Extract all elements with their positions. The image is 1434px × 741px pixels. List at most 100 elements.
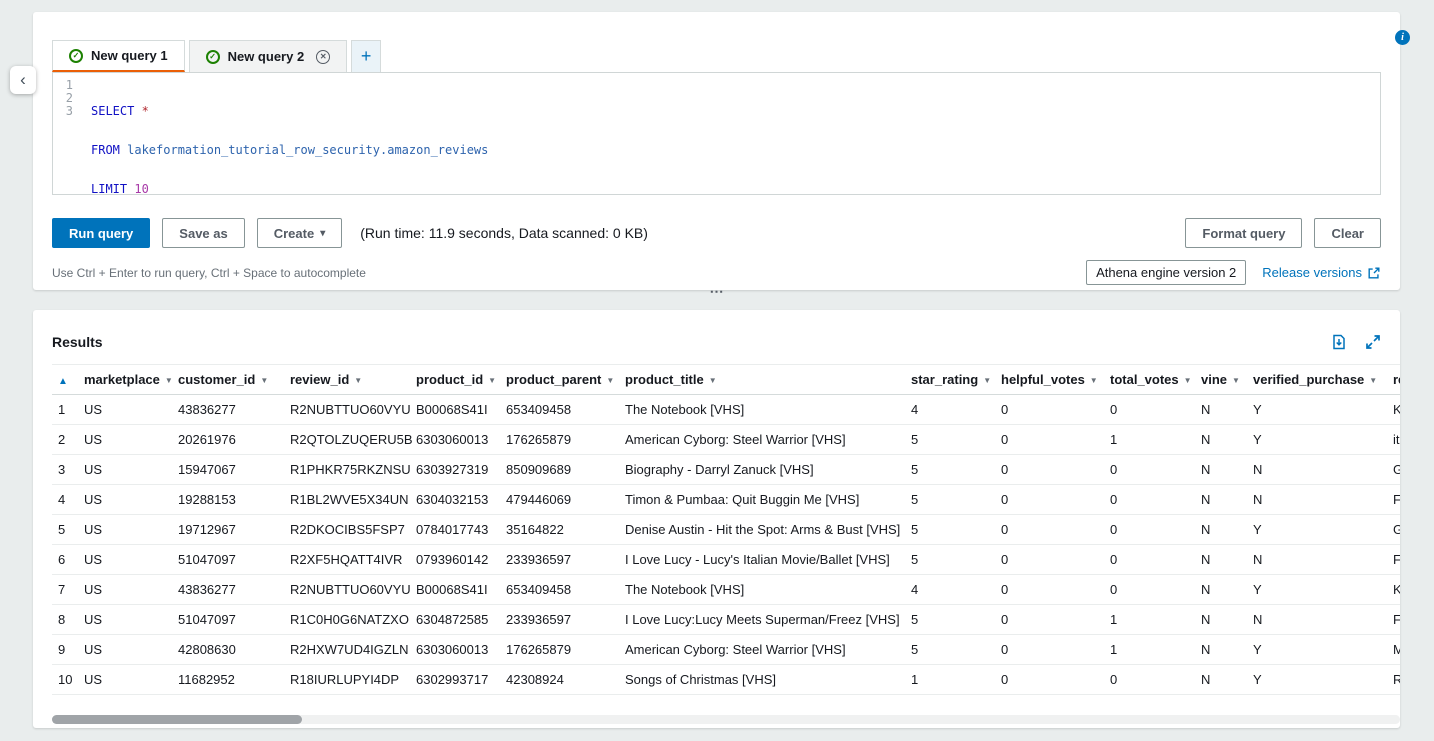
close-tab-icon[interactable]: ✕ (316, 50, 330, 64)
table-cell: 5 (907, 545, 997, 575)
table-cell: 0 (1106, 485, 1197, 515)
save-as-button[interactable]: Save as (162, 218, 244, 248)
table-cell: 0 (997, 665, 1106, 695)
column-menu-icon[interactable]: ▼ (606, 376, 614, 385)
table-cell: 15947067 (174, 455, 286, 485)
release-versions-link[interactable]: Release versions (1262, 265, 1381, 280)
create-button[interactable]: Create ▾ (257, 218, 343, 248)
column-menu-icon[interactable]: ▼ (1184, 376, 1192, 385)
table-cell: 5 (907, 425, 997, 455)
sort-column-header[interactable]: ▲ (52, 365, 80, 395)
table-row: 10US11682952R18IURLUPYI4DP63029937174230… (52, 665, 1400, 695)
table-cell: N (1197, 485, 1249, 515)
clear-button[interactable]: Clear (1314, 218, 1381, 248)
external-link-icon (1367, 266, 1381, 280)
column-menu-icon[interactable]: ▼ (354, 376, 362, 385)
column-header-vine[interactable]: vine▼ (1197, 365, 1249, 395)
column-header-verified-purchase[interactable]: verified_purchase▼ (1249, 365, 1389, 395)
horizontal-scrollbar[interactable] (52, 715, 1400, 724)
table-cell: 35164822 (502, 515, 621, 545)
column-menu-icon[interactable]: ▼ (1232, 376, 1240, 385)
row-number-cell: 4 (52, 485, 80, 515)
table-cell: R (1389, 665, 1400, 695)
table-cell: US (80, 575, 174, 605)
sql-editor[interactable]: 1 2 3 SELECT * FROM lakeformation_tutori… (52, 72, 1381, 195)
tab-new-query-1[interactable]: ✓ New query 1 (52, 40, 185, 72)
info-icon[interactable]: i (1395, 30, 1410, 45)
row-number-cell: 1 (52, 395, 80, 425)
table-cell: R2XF5HQATT4IVR (286, 545, 412, 575)
table-cell: R2DKOCIBS5FSP7 (286, 515, 412, 545)
results-title: Results (52, 334, 103, 350)
run-query-button[interactable]: Run query (52, 218, 150, 248)
column-menu-icon[interactable]: ▼ (488, 376, 496, 385)
scrollbar-thumb[interactable] (52, 715, 302, 724)
column-menu-icon[interactable]: ▼ (165, 376, 173, 385)
column-header-total-votes[interactable]: total_votes▼ (1106, 365, 1197, 395)
collapse-panel-button[interactable]: ‹ (10, 66, 36, 94)
column-header-product-title[interactable]: product_title▼ (621, 365, 907, 395)
table-cell: R2NUBTTUO60VYU (286, 395, 412, 425)
table-cell: M (1389, 635, 1400, 665)
column-menu-icon[interactable]: ▼ (1369, 376, 1377, 385)
column-header-marketplace[interactable]: marketplace▼ (80, 365, 174, 395)
add-tab-button[interactable]: + (351, 40, 381, 72)
table-cell: G (1389, 515, 1400, 545)
column-menu-icon[interactable]: ▼ (260, 376, 268, 385)
format-query-button[interactable]: Format query (1185, 218, 1302, 248)
table-cell: American Cyborg: Steel Warrior [VHS] (621, 635, 907, 665)
table-cell: R18IURLUPYI4DP (286, 665, 412, 695)
table-row: 7US43836277R2NUBTTUO60VYUB00068S41I65340… (52, 575, 1400, 605)
panel-resize-handle[interactable]: ⋯ (710, 283, 725, 300)
table-row: 1US43836277R2NUBTTUO60VYUB00068S41I65340… (52, 395, 1400, 425)
table-cell: 6303060013 (412, 425, 502, 455)
table-cell: 5 (907, 515, 997, 545)
plus-icon: + (361, 46, 372, 67)
table-cell: it (1389, 425, 1400, 455)
table-cell: R2HXW7UD4IGZLN (286, 635, 412, 665)
query-tabs: ✓ New query 1 ✓ New query 2 ✕ + (52, 40, 1381, 72)
results-table-body: 1US43836277R2NUBTTUO60VYUB00068S41I65340… (52, 395, 1400, 695)
table-cell: Songs of Christmas [VHS] (621, 665, 907, 695)
table-cell: 0 (1106, 575, 1197, 605)
table-cell: 1 (1106, 605, 1197, 635)
editor-actions: Run query Save as Create ▾ (Run time: 11… (52, 218, 1381, 248)
sort-ascending-icon[interactable]: ▲ (58, 376, 68, 387)
row-number-cell: 2 (52, 425, 80, 455)
table-cell: R1C0H0G6NATZXO (286, 605, 412, 635)
expand-results-button[interactable] (1365, 334, 1381, 350)
table-cell: 0 (997, 545, 1106, 575)
export-results-button[interactable] (1331, 334, 1347, 350)
table-cell: 653409458 (502, 395, 621, 425)
table-cell: 19288153 (174, 485, 286, 515)
table-cell: The Notebook [VHS] (621, 395, 907, 425)
column-menu-icon[interactable]: ▼ (983, 376, 991, 385)
column-header-product-id[interactable]: product_id▼ (412, 365, 502, 395)
tab-new-query-2[interactable]: ✓ New query 2 ✕ (189, 40, 348, 72)
table-cell: 176265879 (502, 635, 621, 665)
column-header-star-rating[interactable]: star_rating▼ (907, 365, 997, 395)
table-cell: American Cyborg: Steel Warrior [VHS] (621, 425, 907, 455)
table-cell: I Love Lucy:Lucy Meets Superman/Freez [V… (621, 605, 907, 635)
table-cell: 479446069 (502, 485, 621, 515)
table-cell: N (1197, 515, 1249, 545)
column-header-product-parent[interactable]: product_parent▼ (502, 365, 621, 395)
table-cell: Denise Austin - Hit the Spot: Arms & Bus… (621, 515, 907, 545)
table-cell: US (80, 665, 174, 695)
table-cell: 0 (1106, 665, 1197, 695)
column-menu-icon[interactable]: ▼ (1090, 376, 1098, 385)
table-cell: Y (1249, 635, 1389, 665)
table-cell: 19712967 (174, 515, 286, 545)
table-cell: 0 (997, 485, 1106, 515)
table-cell: Fi (1389, 605, 1400, 635)
column-header-review-id[interactable]: review_id▼ (286, 365, 412, 395)
column-header-re-truncated[interactable]: re▼ (1389, 365, 1400, 395)
table-cell: US (80, 395, 174, 425)
table-cell: 0793960142 (412, 545, 502, 575)
table-cell: 5 (907, 455, 997, 485)
column-header-helpful-votes[interactable]: helpful_votes▼ (997, 365, 1106, 395)
column-menu-icon[interactable]: ▼ (709, 376, 717, 385)
column-header-customer-id[interactable]: customer_id▼ (174, 365, 286, 395)
table-row: 2US20261976R2QTOLZUQERU5B630306001317626… (52, 425, 1400, 455)
sql-code[interactable]: SELECT * FROM lakeformation_tutorial_row… (85, 73, 1380, 194)
